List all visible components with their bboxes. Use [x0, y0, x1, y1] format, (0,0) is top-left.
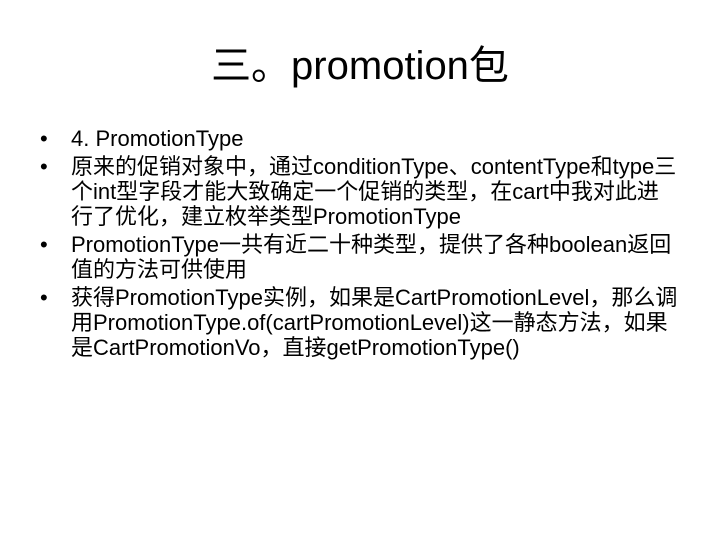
bullet-item: • 获得PromotionType实例，如果是CartPromotionLeve…: [40, 285, 680, 360]
bullet-text: 获得PromotionType实例，如果是CartPromotionLevel，…: [71, 285, 678, 360]
bullet-dot-icon: •: [40, 232, 48, 257]
bullet-text: 4. PromotionType: [71, 126, 244, 151]
bullet-dot-icon: •: [40, 285, 48, 310]
bullet-item: • 4. PromotionType: [40, 126, 680, 151]
bullet-list: • 4. PromotionType • 原来的促销对象中，通过conditio…: [40, 126, 680, 363]
bullet-item: • 原来的促销对象中，通过conditionType、contentType和t…: [40, 154, 680, 229]
bullet-dot-icon: •: [40, 126, 48, 151]
bullet-item: • PromotionType一共有近二十种类型，提供了各种boolean返回值…: [40, 232, 680, 282]
bullet-dot-icon: •: [40, 154, 48, 179]
slide: 三。promotion包 • 4. PromotionType • 原来的促销对…: [0, 0, 720, 540]
bullet-text: 原来的促销对象中，通过conditionType、contentType和typ…: [71, 154, 677, 229]
slide-title: 三。promotion包: [211, 44, 509, 88]
bullet-text: PromotionType一共有近二十种类型，提供了各种boolean返回值的方…: [71, 232, 672, 282]
